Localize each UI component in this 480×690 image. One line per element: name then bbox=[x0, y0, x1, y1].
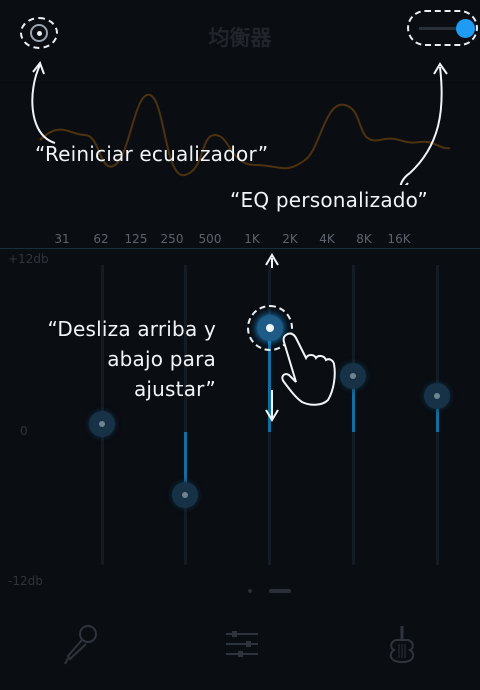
hand-pointer-icon bbox=[281, 332, 336, 406]
guitar-icon bbox=[389, 626, 415, 664]
band-slider-knob[interactable] bbox=[89, 410, 115, 437]
microphone-icon bbox=[64, 625, 97, 665]
freq-label: 31 bbox=[54, 232, 70, 246]
band-slider-knob[interactable] bbox=[424, 382, 450, 409]
toggle-knob bbox=[456, 19, 475, 38]
freq-label: 125 bbox=[124, 232, 148, 246]
page-indicator bbox=[0, 586, 480, 596]
tab-equalizer[interactable] bbox=[222, 622, 262, 666]
band-slider-track[interactable] bbox=[184, 265, 187, 565]
reset-icon-dot bbox=[37, 31, 42, 36]
freq-label: 500 bbox=[198, 232, 222, 246]
tab-microphone[interactable] bbox=[60, 622, 100, 666]
freq-label: 62 bbox=[93, 232, 109, 246]
freq-label: 1K bbox=[244, 232, 260, 246]
slide-hint: “Desliza arriba y abajo para ajustar” bbox=[20, 314, 216, 404]
frequency-axis: 31 62 125 250 500 1K 2K 4K 8K 16K bbox=[0, 232, 480, 248]
reset-equalizer-button[interactable] bbox=[20, 17, 58, 49]
reset-hint: “Reiniciar ecualizador” bbox=[35, 142, 269, 166]
page-dot-active[interactable] bbox=[269, 589, 291, 593]
band-slider-knob[interactable] bbox=[172, 481, 198, 508]
gain-zero-label: 0 bbox=[20, 424, 28, 438]
freq-label: 4K bbox=[319, 232, 335, 246]
freq-label: 8K bbox=[356, 232, 372, 246]
tab-guitar[interactable] bbox=[382, 622, 422, 666]
gain-max-label: +12db bbox=[8, 252, 49, 266]
custom-eq-hint: “EQ personalizado” bbox=[230, 188, 428, 212]
freq-label: 2K bbox=[282, 232, 298, 246]
slide-hint-line: “Desliza arriba y bbox=[47, 317, 216, 341]
slide-hint-line: abajo para ajustar” bbox=[107, 347, 216, 401]
equalizer-sliders-icon bbox=[226, 631, 258, 657]
band-slider-knob[interactable] bbox=[340, 363, 366, 390]
freq-label: 16K bbox=[387, 232, 411, 246]
divider bbox=[0, 248, 480, 249]
page-dot[interactable] bbox=[248, 589, 252, 593]
freq-label: 250 bbox=[160, 232, 184, 246]
custom-eq-toggle[interactable] bbox=[407, 10, 478, 46]
